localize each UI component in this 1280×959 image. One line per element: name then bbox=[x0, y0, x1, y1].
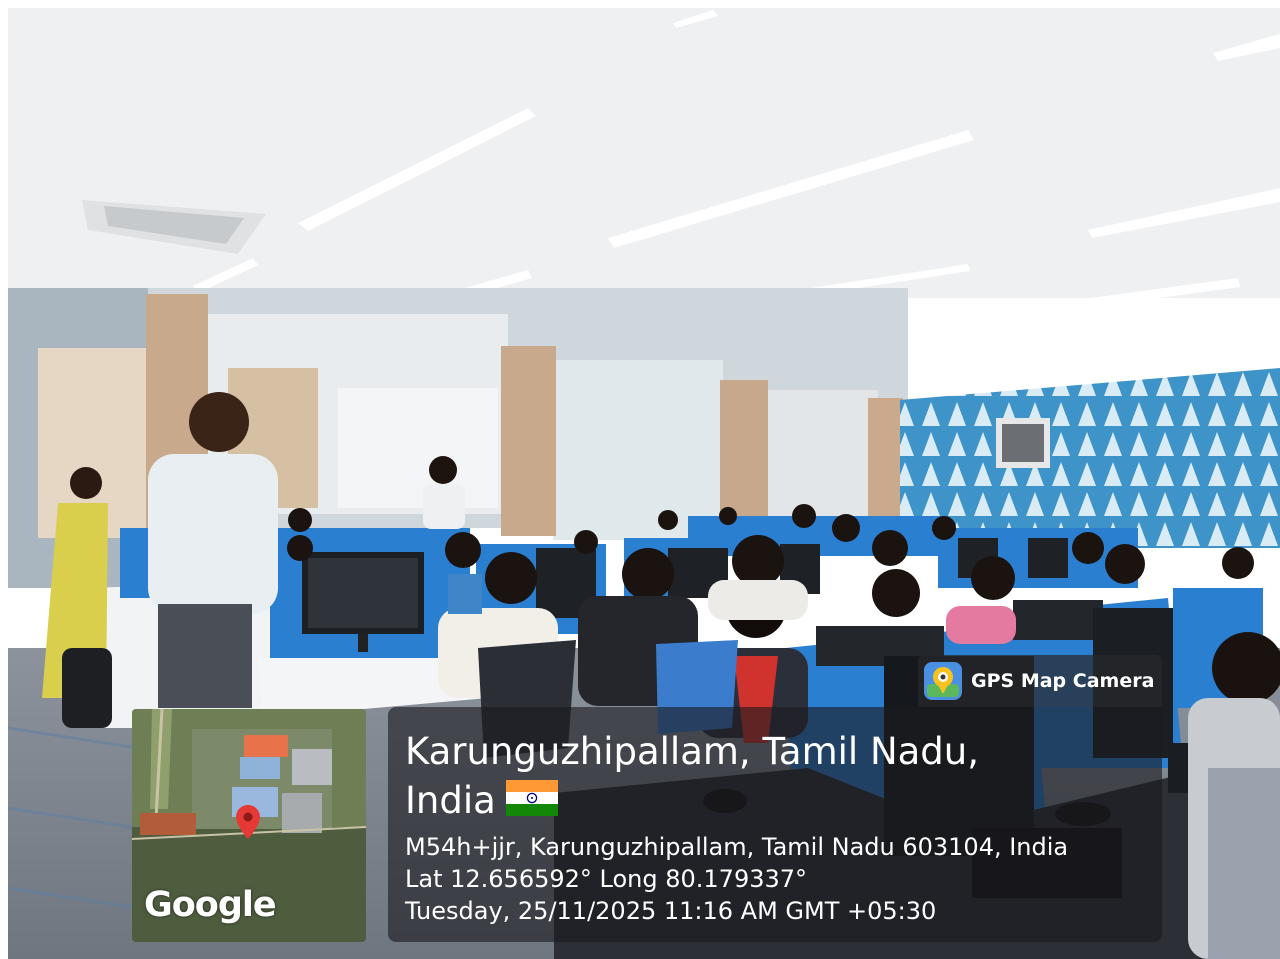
map-pin-icon bbox=[236, 805, 260, 839]
country-name: India bbox=[405, 779, 496, 822]
india-flag-icon bbox=[505, 779, 558, 816]
place-name-line-2: India bbox=[405, 776, 1162, 825]
map-pin-camera-icon bbox=[924, 662, 962, 700]
map-thumbnail: Google bbox=[132, 709, 366, 942]
app-badge: GPS Map Camera bbox=[918, 655, 1162, 707]
address-line: M54h+jjr, Karunguzhipallam, Tamil Nadu 6… bbox=[405, 833, 1069, 861]
datetime-line: Tuesday, 25/11/2025 11:16 AM GMT +05:30 bbox=[405, 897, 937, 925]
coordinates-line: Lat 12.656592° Long 80.179337° bbox=[405, 865, 808, 893]
photo-screen: GPS Map Camera Google Karunguzhipallam, … bbox=[0, 0, 1280, 959]
patterned-wall bbox=[900, 368, 1280, 548]
google-logo: Google bbox=[144, 885, 277, 925]
app-name: GPS Map Camera bbox=[971, 670, 1155, 692]
location-info-panel: Karunguzhipallam, Tamil Nadu, India M54h… bbox=[388, 707, 1162, 942]
place-name-line-1: Karunguzhipallam, Tamil Nadu, bbox=[405, 730, 980, 773]
